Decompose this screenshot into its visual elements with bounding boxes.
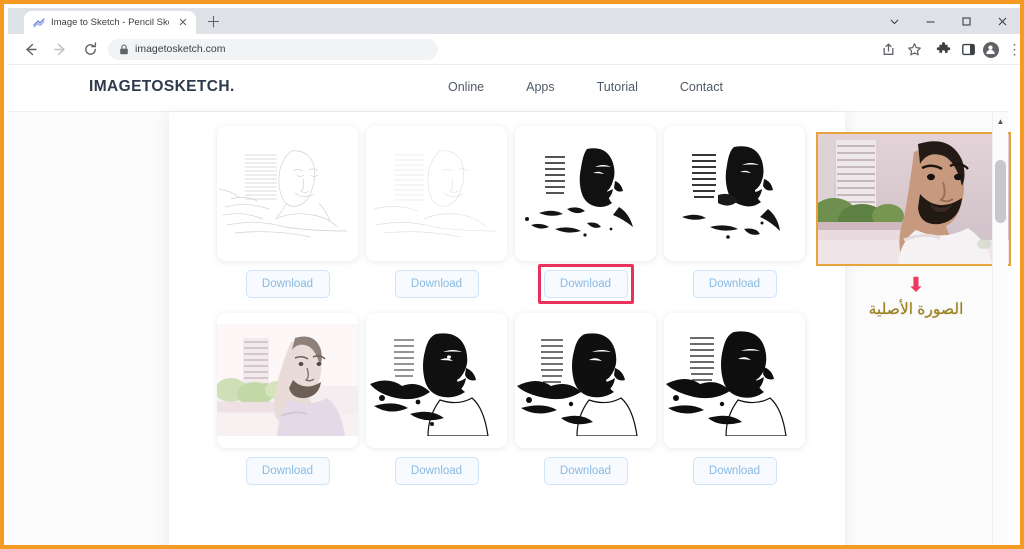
down-arrow-icon: ⬇ [908,275,924,296]
page-body: Download Download Download Download Down… [8,112,1011,545]
results-row: Download Download Download Download [213,126,809,307]
sketch-image-bw-stencil [366,324,507,436]
nav-contact[interactable]: Contact [680,80,723,94]
close-icon[interactable]: ✕ [177,17,189,29]
result-cell: Download [660,313,809,494]
sketch-image-faint-pencil [217,137,358,249]
share-icon[interactable] [878,39,899,60]
result-cell: Download [213,313,362,494]
sketch-image-high-contrast-line-art-2 [664,137,805,249]
result-cell: Download [362,313,511,494]
address-bar[interactable]: imagetosketch.com [108,39,438,60]
sketch-thumbnail[interactable] [217,126,358,261]
sketch-image-high-contrast-line-art [515,137,656,249]
avatar [982,41,999,58]
nav-apps[interactable]: Apps [526,80,555,94]
site-nav: Online Apps Tutorial Contact [448,80,723,94]
download-wrap: Download [394,448,479,494]
download-wrap: Download [537,261,634,307]
download-button[interactable]: Download [543,270,628,298]
sketch-image-bw-stencil-3 [664,324,805,436]
download-button[interactable]: Download [692,457,777,485]
sketch-image-very-faint-pencil [366,137,507,249]
result-cell: Download [660,126,809,307]
plus-icon[interactable]: ＋ [204,13,223,32]
profile-avatar-icon[interactable] [980,39,1001,60]
scroll-up-arrow-icon[interactable]: ▲ [993,114,1008,129]
result-cell: Download [511,313,660,494]
download-wrap: Download [543,448,628,494]
window-controls [876,8,1020,34]
sketch-thumbnail[interactable] [366,126,507,261]
screenshot-frame: Image to Sketch - Pencil Sketch ... ✕ ＋ [0,0,1024,549]
browser-toolbar: imagetosketch.com ⋮ [8,34,1021,65]
download-wrap: Download [245,448,330,494]
sketch-lines-favicon [33,18,45,28]
page-scrollbar[interactable]: ▲ ▼ [992,112,1008,545]
sketch-thumbnail[interactable] [515,126,656,261]
original-photo [816,132,1011,266]
lock-icon [120,44,128,55]
download-wrap: Download [692,261,777,307]
sketch-thumbnail[interactable] [664,126,805,261]
site-logo[interactable]: IMAGETOSKETCH. [89,78,235,96]
nav-online[interactable]: Online [448,80,484,94]
download-button[interactable]: Download [394,457,479,485]
sketch-thumbnail[interactable] [664,313,805,448]
reload-icon[interactable] [80,39,101,60]
sketch-thumbnail[interactable] [515,313,656,448]
download-button[interactable]: Download [245,457,330,485]
sketch-image-bw-stencil-2 [515,324,656,436]
close-icon[interactable] [984,8,1020,34]
sketch-thumbnail[interactable] [217,313,358,448]
download-button[interactable]: Download [245,270,330,298]
results-row: Download Download Download Download [213,313,809,494]
page-viewport: IMAGETOSKETCH. Online Apps Tutorial Cont… [8,65,1020,545]
result-cell: Download [213,126,362,307]
browser-tab[interactable]: Image to Sketch - Pencil Sketch ... ✕ [24,11,196,34]
address-bar-url: imagetosketch.com [135,43,226,55]
scrollbar-thumb[interactable] [995,160,1006,223]
results-card: Download Download Download Download Down… [169,112,845,545]
result-cell: Download [511,126,660,307]
side-panel-icon[interactable] [958,39,979,60]
star-icon[interactable] [904,39,925,60]
forward-arrow-icon[interactable] [50,39,71,60]
original-image-panel: ⬇ الصورة الأصلية [816,132,1016,319]
maximize-icon[interactable] [948,8,984,34]
download-button[interactable]: Download [394,270,479,298]
three-dot-menu-icon[interactable]: ⋮ [1004,39,1021,60]
browser-title-bar: Image to Sketch - Pencil Sketch ... ✕ ＋ [8,8,1020,34]
download-wrap: Download [394,261,479,307]
back-arrow-icon[interactable] [20,39,41,60]
nav-tutorial[interactable]: Tutorial [597,80,638,94]
minimize-icon[interactable] [912,8,948,34]
result-cell: Download [362,126,511,307]
download-wrap: Download [692,448,777,494]
puzzle-piece-icon[interactable] [933,39,954,60]
site-header: IMAGETOSKETCH. Online Apps Tutorial Cont… [8,65,1008,112]
download-wrap: Download [245,261,330,307]
download-button[interactable]: Download [692,270,777,298]
sketch-thumbnail[interactable] [366,313,507,448]
chevron-down-icon[interactable] [876,8,912,34]
sketch-image-color-pencil [217,324,358,436]
original-image-caption: الصورة الأصلية [868,301,964,318]
results-grid: Download Download Download Download Down… [213,126,809,494]
tab-title: Image to Sketch - Pencil Sketch ... [51,17,169,28]
download-button[interactable]: Download [543,457,628,485]
